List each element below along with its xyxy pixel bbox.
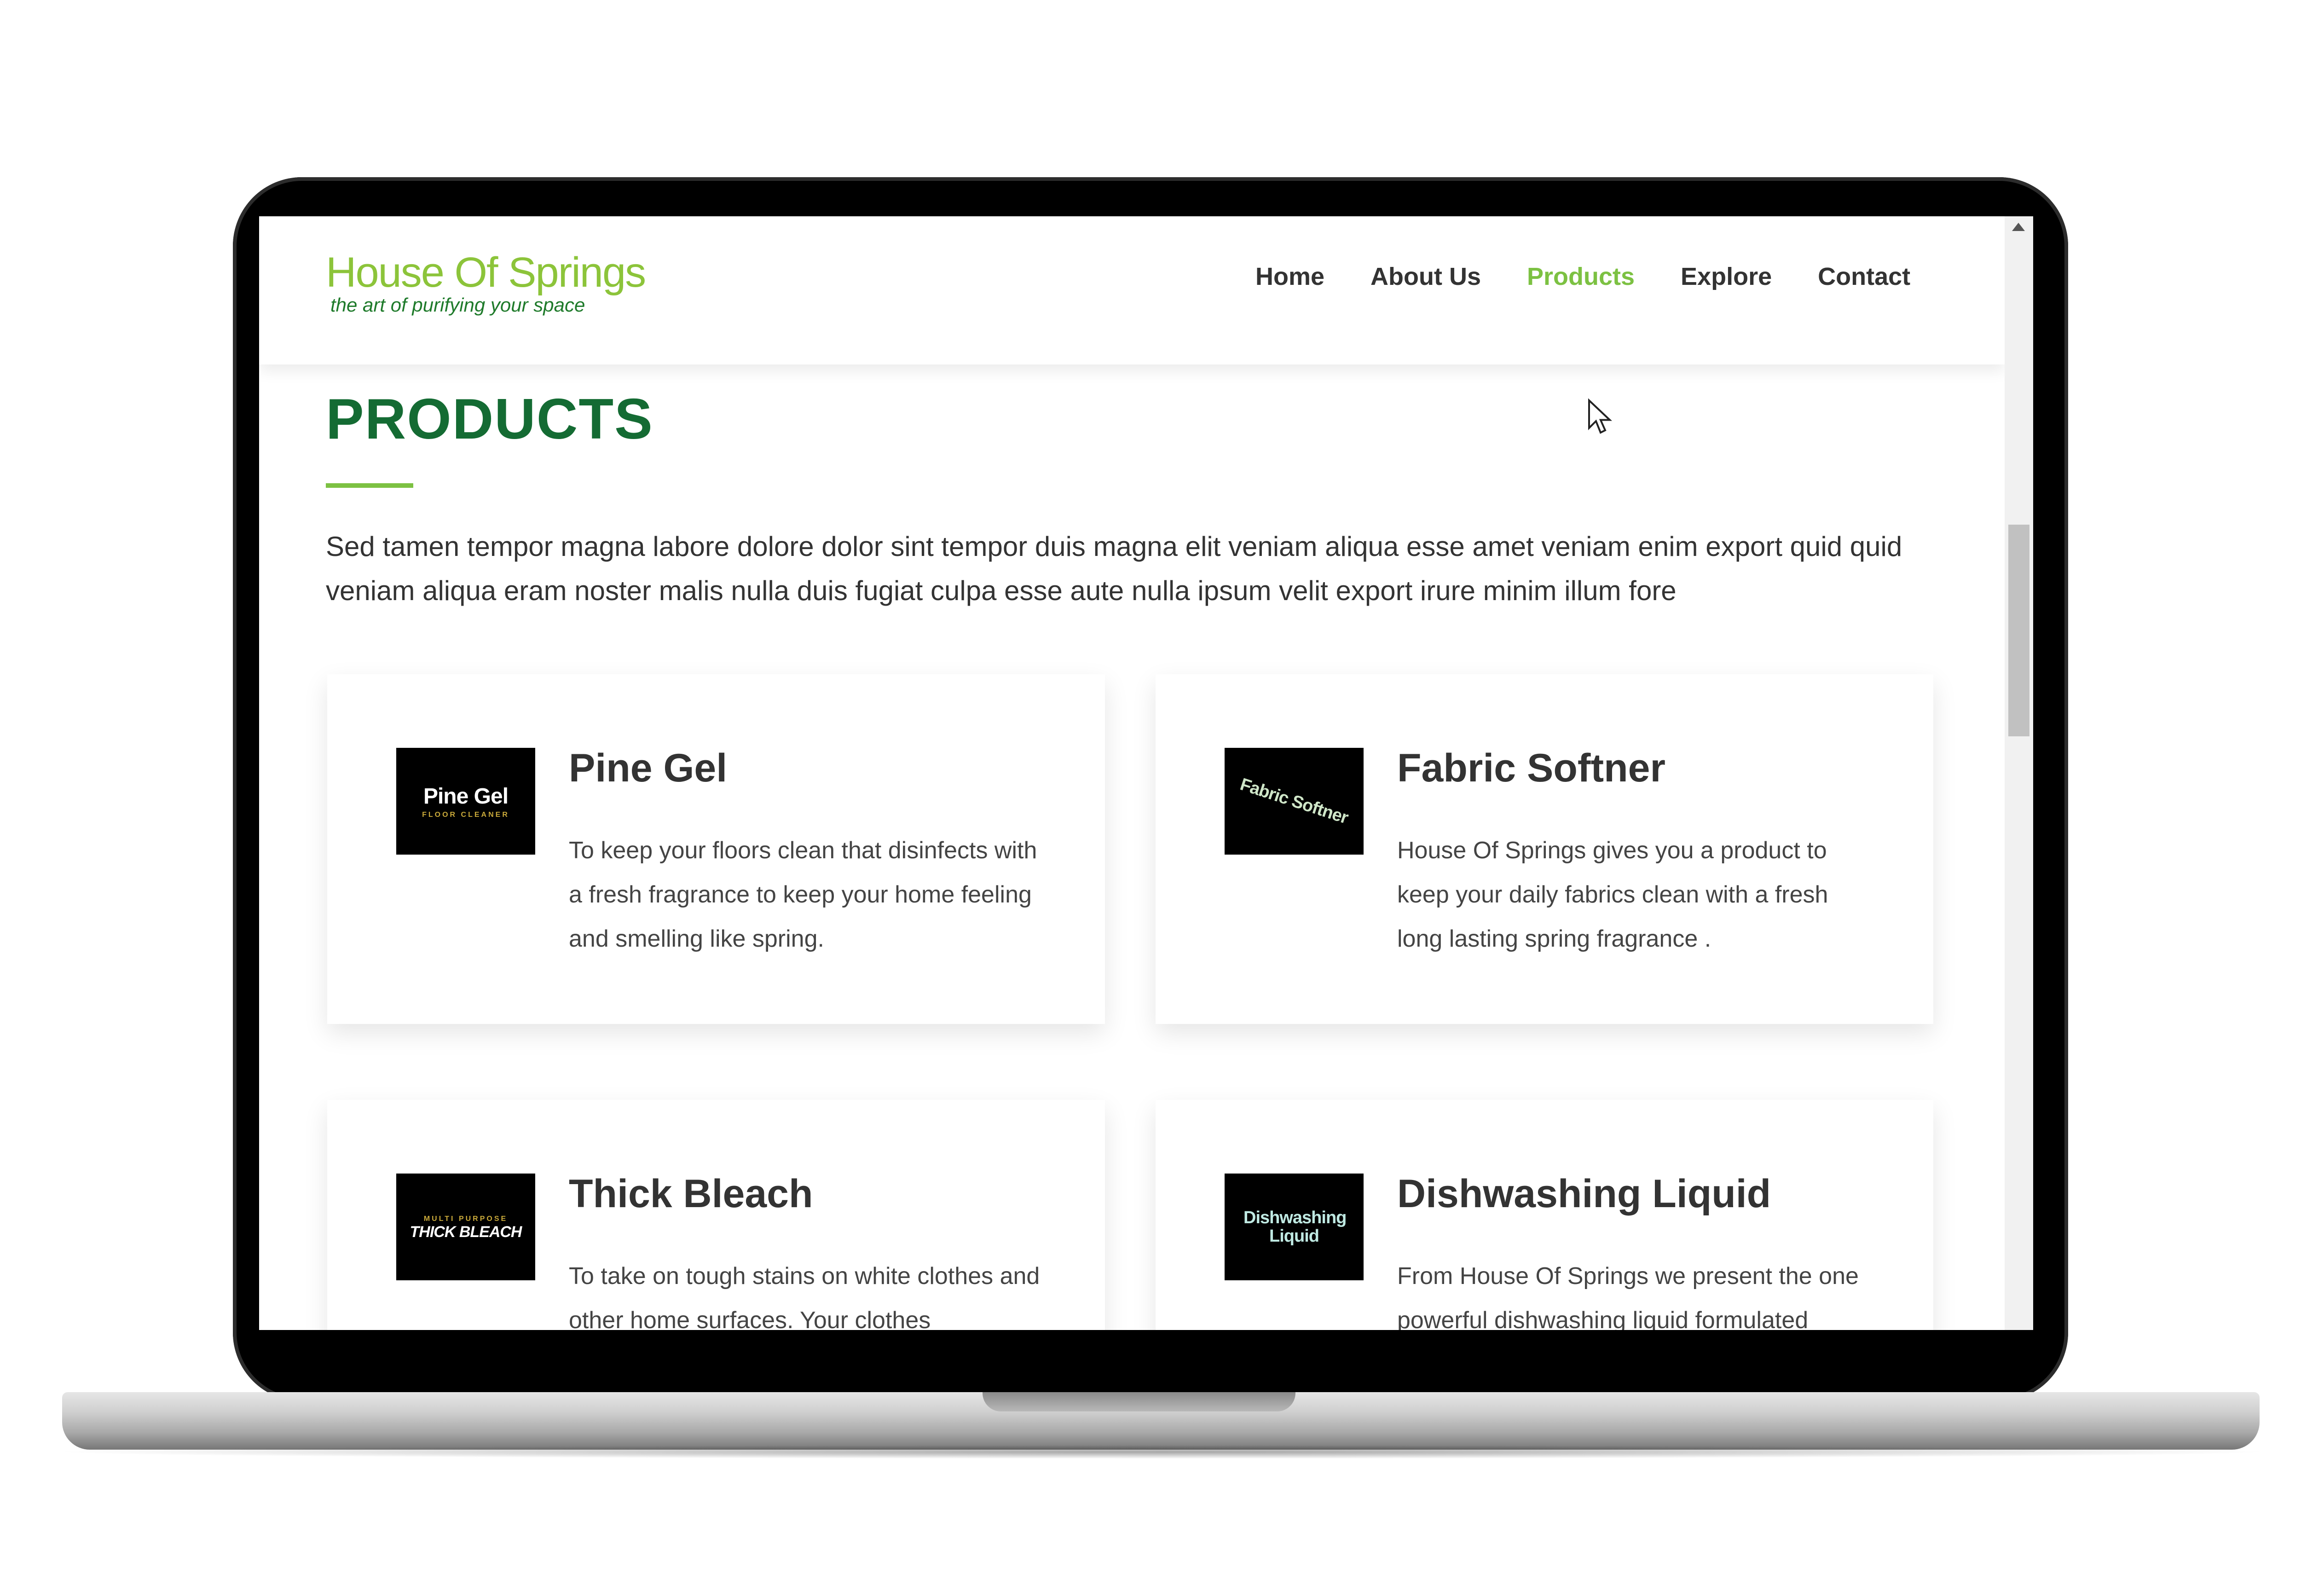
- product-card-fabric-softner[interactable]: Fabric Softner Fabric Softner House Of S…: [1156, 674, 1933, 1024]
- logo-name: House Of Springs: [326, 249, 646, 296]
- site-logo[interactable]: House Of Springs the art of purifying yo…: [326, 249, 646, 336]
- browser-viewport: House Of Springs the art of purifying yo…: [259, 216, 2033, 1330]
- product-card-thick-bleach[interactable]: MULTI PURPOSE THICK BLEACH Thick Bleach …: [327, 1100, 1105, 1330]
- thumb-title: THICK BLEACH: [410, 1223, 522, 1241]
- product-card-pine-gel[interactable]: Pine Gel FLOOR CLEANER Pine Gel To keep …: [327, 674, 1105, 1024]
- product-name[interactable]: Thick Bleach: [569, 1171, 813, 1217]
- product-description: To take on tough stains on white clothes…: [569, 1263, 1040, 1330]
- product-description: House Of Springs gives you a product to …: [1397, 837, 1828, 952]
- product-name[interactable]: Pine Gel: [569, 746, 727, 791]
- nav-contact[interactable]: Contact: [1818, 262, 1910, 291]
- product-description: From House Of Springs we present the one…: [1397, 1263, 1859, 1330]
- main-nav: Home About Us Products Explore Contact: [1255, 262, 1956, 291]
- product-image: Dishwashing Liquid: [1225, 1174, 1364, 1280]
- nav-about-us[interactable]: About Us: [1370, 262, 1481, 291]
- scroll-up-arrow-icon[interactable]: [2012, 223, 2025, 231]
- thumb-subtitle: MULTI PURPOSE: [423, 1214, 508, 1223]
- product-image: Pine Gel FLOOR CLEANER: [396, 748, 535, 855]
- intro-text: Sed tamen tempor magna labore dolore dol…: [326, 531, 1902, 606]
- product-description: To keep your floors clean that disinfect…: [569, 837, 1037, 952]
- scroll-thumb[interactable]: [2008, 525, 2029, 736]
- thumb-title: Pine Gel: [423, 784, 509, 809]
- nav-explore[interactable]: Explore: [1681, 262, 1772, 291]
- page-title: PRODUCTS: [326, 387, 653, 451]
- laptop-shadow: [46, 1445, 2278, 1459]
- product-image: Fabric Softner: [1225, 748, 1364, 855]
- laptop-notch: [983, 1392, 1295, 1411]
- logo-tagline: the art of purifying your space: [330, 294, 585, 316]
- site-header: House Of Springs the art of purifying yo…: [259, 216, 2005, 364]
- thumb-subtitle: FLOOR CLEANER: [422, 810, 509, 819]
- vertical-scrollbar[interactable]: [2005, 216, 2033, 1330]
- product-card-dishwashing-liquid[interactable]: Dishwashing Liquid Dishwashing Liquid Fr…: [1156, 1100, 1933, 1330]
- thumb-title: Fabric Softner: [1237, 774, 1351, 828]
- title-underline: [326, 483, 413, 488]
- thumb-title: Dishwashing Liquid: [1243, 1208, 1347, 1246]
- product-name[interactable]: Dishwashing Liquid: [1397, 1171, 1771, 1217]
- nav-home[interactable]: Home: [1255, 262, 1324, 291]
- mouse-cursor-icon: [1588, 398, 1613, 434]
- product-image: MULTI PURPOSE THICK BLEACH: [396, 1174, 535, 1280]
- product-name[interactable]: Fabric Softner: [1397, 746, 1665, 791]
- nav-products[interactable]: Products: [1527, 262, 1635, 291]
